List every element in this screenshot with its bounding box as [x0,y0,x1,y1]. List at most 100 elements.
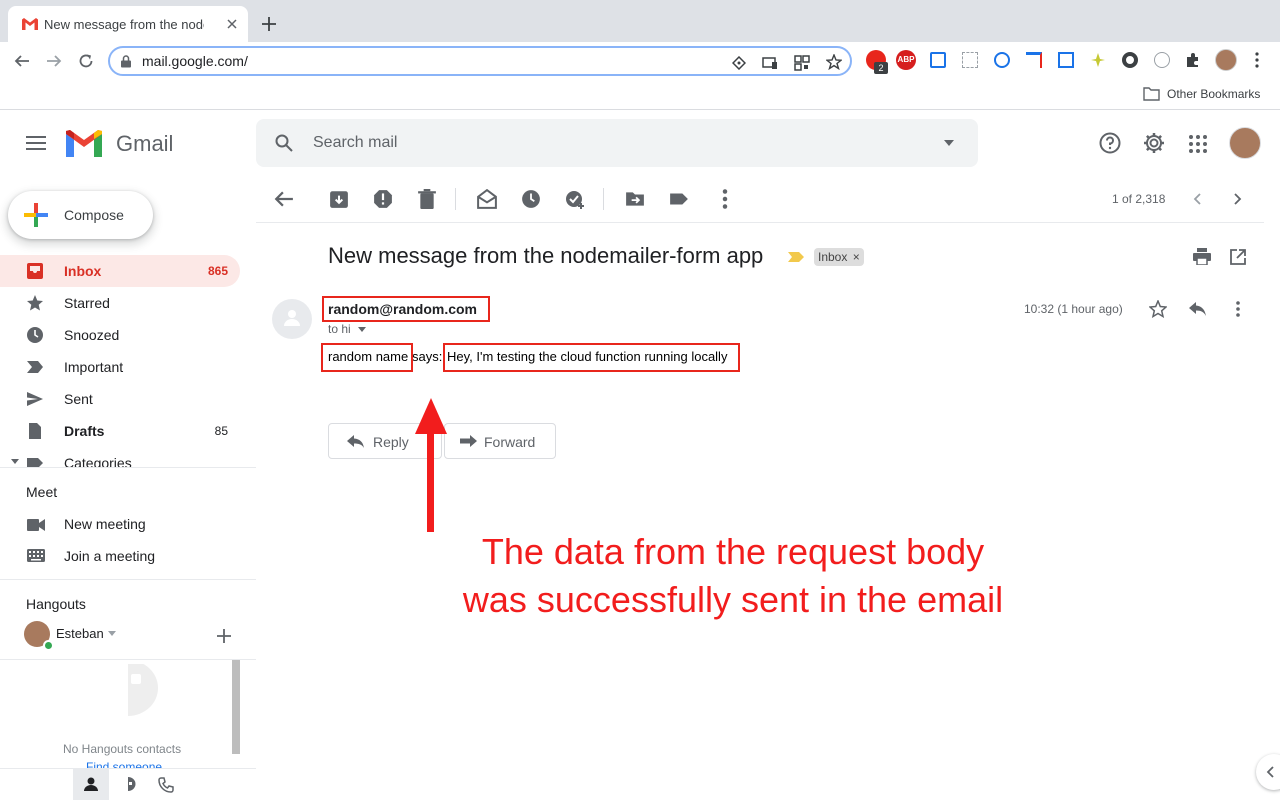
cast-icon[interactable] [762,56,778,70]
keyboard-icon [27,549,45,562]
labels-icon[interactable] [669,189,689,209]
nav-label: Sent [64,391,93,407]
annotation-caption: The data from the request body was succe… [420,528,1046,624]
bookmarks-bar: Other Bookmarks [0,80,1280,110]
nav-item-categories[interactable]: Categories [0,447,240,467]
address-bar[interactable]: mail.google.com/ [108,46,852,76]
important-icon [27,361,43,373]
forward-icon[interactable] [46,53,62,69]
find-someone-link[interactable]: Find someone [86,760,162,768]
show-details-caret-icon[interactable] [358,327,366,332]
side-panel-toggle[interactable] [1256,754,1280,790]
delete-trash-icon[interactable] [417,189,437,209]
account-avatar[interactable] [1229,127,1261,159]
settings-gear-icon[interactable] [1143,132,1165,154]
reload-icon[interactable] [78,53,94,69]
other-bookmarks[interactable]: Other Bookmarks [1167,87,1260,101]
print-icon[interactable] [1193,248,1211,265]
join-meeting-item[interactable]: Join a meeting [0,542,256,570]
back-icon[interactable] [14,53,30,69]
nav-item-important[interactable]: Important [0,351,240,383]
more-options-icon[interactable] [715,189,735,209]
apps-grid-icon[interactable] [1189,135,1207,153]
send-icon [27,392,43,406]
nav-item-snoozed[interactable]: Snoozed [0,319,240,351]
back-to-inbox-icon[interactable] [274,189,294,209]
inbox-label-chip: Inbox × [814,248,864,266]
star-message-icon[interactable] [1149,300,1167,318]
new-tab-icon[interactable] [262,17,276,31]
sidebar-divider [0,579,256,580]
bookmark-star-icon[interactable] [826,54,842,70]
draft-icon [29,423,41,439]
help-icon[interactable] [1099,132,1121,154]
video-camera-icon [27,519,45,531]
extension-timer-icon[interactable] [1154,52,1170,68]
hangouts-scrollbar[interactable] [232,660,240,754]
browser-tab-strip: New message from the nodem [0,0,1280,42]
older-chevron-icon[interactable] [1234,193,1242,205]
browser-profile-avatar[interactable] [1215,49,1237,71]
sender-avatar [272,299,312,339]
search-bar[interactable]: Search mail [256,119,978,167]
extension-crop-icon[interactable] [1058,52,1074,68]
inbox-icon [27,263,43,279]
annotation-arrow [415,398,447,532]
main-menu-icon[interactable] [26,136,46,150]
adblock-plus-icon[interactable]: ABP [896,50,916,70]
contacts-tab[interactable] [73,769,109,800]
body-says: says: [412,349,443,364]
google-lens-icon[interactable] [732,56,746,70]
search-options-icon[interactable] [944,140,954,146]
nav-item-starred[interactable]: Starred [0,287,240,319]
browser-tab[interactable]: New message from the nodem [8,6,248,42]
snooze-clock-icon[interactable] [521,189,541,209]
archive-icon[interactable] [329,189,349,209]
gmail-favicon-icon [22,18,38,30]
qr-code-icon[interactable] [794,55,810,71]
toolbar-separator [603,188,604,210]
importance-marker-icon[interactable] [788,251,804,263]
open-in-new-window-icon[interactable] [1230,249,1246,265]
nav-item-inbox[interactable]: Inbox 865 [0,255,240,287]
expand-caret-icon[interactable] [11,459,19,464]
add-to-tasks-icon[interactable] [565,189,585,209]
newer-chevron-icon[interactable] [1193,193,1201,205]
extension-circle-icon[interactable] [994,52,1010,68]
nav-item-sent[interactable]: Sent [0,383,240,415]
remove-label-icon[interactable]: × [853,250,860,264]
phone-icon[interactable] [158,777,174,793]
message-more-icon[interactable] [1236,301,1240,317]
nav-label: Starred [64,295,110,311]
search-placeholder: Search mail [313,134,398,151]
annotation-line-1: The data from the request body [481,531,985,572]
extension-tool-icon[interactable] [1026,52,1042,68]
extension-sparkle-icon[interactable] [1090,52,1106,68]
folder-icon [1143,87,1160,101]
reply-icon[interactable] [1189,302,1207,316]
hangouts-user-name[interactable]: Esteban [56,626,104,641]
close-tab-icon[interactable] [226,18,238,30]
forward-label: Forward [484,434,536,450]
search-icon[interactable] [275,134,293,152]
mark-unread-icon[interactable] [477,189,497,209]
recipient-line: to hi [328,322,351,336]
hangouts-placeholder-icon [97,660,159,720]
person-icon [84,777,98,791]
extension-dark-icon[interactable] [1122,52,1138,68]
status-caret-icon[interactable] [108,631,116,636]
new-meeting-item[interactable]: New meeting [0,510,256,538]
default-avatar-icon [284,310,300,326]
move-to-icon[interactable] [625,189,645,209]
nav-item-drafts[interactable]: Drafts 85 [0,415,240,447]
report-spam-icon[interactable] [373,189,393,209]
extension-screenshot-icon[interactable] [930,52,946,68]
add-contact-icon[interactable] [217,629,231,643]
compose-button[interactable]: Compose [8,191,153,239]
extensions-puzzle-icon[interactable] [1185,52,1201,68]
hangouts-chat-icon[interactable] [120,777,136,793]
extension-grid-icon[interactable] [962,52,978,68]
meet-heading: Meet [26,484,58,500]
browser-menu-icon[interactable] [1255,52,1259,68]
forward-button[interactable]: Forward [444,423,556,459]
